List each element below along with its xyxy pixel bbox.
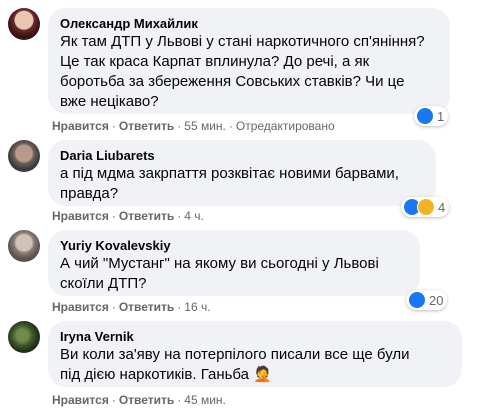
- avatar[interactable]: [8, 140, 40, 172]
- comment-bubble: Daria Liubarets а під мдма закрпаття роз…: [48, 140, 436, 206]
- comment-author[interactable]: Iryna Vernik: [60, 329, 450, 345]
- reactions-summary[interactable]: 4: [401, 197, 450, 217]
- timestamp[interactable]: 4 ч.: [184, 209, 204, 223]
- like-button[interactable]: Нравится: [52, 119, 109, 133]
- comment-actions: Нравится · Ответить · 45 мин.: [52, 393, 226, 407]
- comment-text: Як там ДТП у Львові у стані наркотичного…: [60, 33, 425, 110]
- like-icon: [416, 107, 434, 125]
- reaction-count: 20: [429, 292, 444, 308]
- reactions-summary[interactable]: 20: [406, 290, 448, 310]
- like-icon: [408, 291, 426, 309]
- edited-label: Отредактировано: [235, 119, 335, 133]
- comment-actions: Нравится · Ответить · 16 ч.: [52, 300, 211, 314]
- reaction-count: 1: [437, 108, 445, 124]
- haha-icon: [417, 198, 435, 216]
- comment-bubble: Олександр Михайлик Як там ДТП у Львові у…: [48, 8, 450, 114]
- reply-button[interactable]: Ответить: [119, 209, 174, 223]
- comment-author[interactable]: Олександр Михайлик: [60, 16, 438, 32]
- comment-text: Ви коли за'яву на потерпілого писали все…: [60, 346, 410, 383]
- comment-text: А чий "Мустанг" на якому ви сьогодні у Л…: [60, 255, 379, 292]
- comment-actions: Нравится · Ответить · 4 ч.: [52, 209, 204, 223]
- comment-author[interactable]: Daria Liubarets: [60, 148, 424, 164]
- timestamp[interactable]: 55 мин.: [184, 119, 226, 133]
- comment-text: а під мдма закрпаття розквітає новими ба…: [60, 165, 399, 202]
- like-button[interactable]: Нравится: [52, 209, 109, 223]
- like-button[interactable]: Нравится: [52, 393, 109, 407]
- avatar[interactable]: [8, 230, 40, 262]
- comment-bubble: Yuriy Kovalevskiy А чий "Мустанг" на яко…: [48, 230, 420, 296]
- avatar[interactable]: [8, 8, 40, 40]
- timestamp[interactable]: 16 ч.: [184, 300, 210, 314]
- comment-actions: Нравится · Ответить · 55 мин. · Отредактирован…: [52, 119, 335, 133]
- reactions-summary[interactable]: 1: [414, 106, 449, 126]
- comment-author[interactable]: Yuriy Kovalevskiy: [60, 238, 408, 254]
- comment-bubble: Iryna Vernik Ви коли за'яву на потерпіло…: [48, 321, 462, 387]
- avatar[interactable]: [8, 321, 40, 353]
- reply-button[interactable]: Ответить: [119, 119, 174, 133]
- reply-button[interactable]: Ответить: [119, 393, 174, 407]
- like-button[interactable]: Нравится: [52, 300, 109, 314]
- reaction-count: 4: [438, 199, 446, 215]
- timestamp[interactable]: 45 мин.: [184, 393, 226, 407]
- reply-button[interactable]: Ответить: [119, 300, 174, 314]
